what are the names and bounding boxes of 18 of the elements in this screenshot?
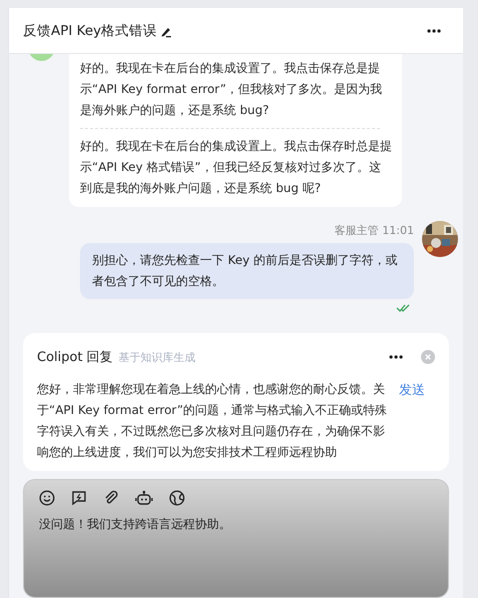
message-text: 好的。我现在卡在后台的集成设置了。我点击保存总是提示“API Key format error”，但我核对了多次。是因为我是海外账户的问题，还是系统 bug? <box>80 60 384 119</box>
emoji-icon[interactable] <box>39 490 55 506</box>
message-bubble: 别担心，请您先检查一下 Key 的前后是否误删了字符，或者包含了不可见的空格。 <box>80 243 414 299</box>
card-subtitle: 基于知识库生成 <box>118 350 196 364</box>
more-icon[interactable] <box>427 28 441 34</box>
more-icon[interactable] <box>389 354 403 360</box>
sender-name: 客服主管 <box>334 222 378 238</box>
card-title: Colipot 回复 <box>37 349 113 366</box>
send-button[interactable]: 发送 <box>399 379 425 401</box>
robot-icon[interactable] <box>135 490 153 506</box>
message-input[interactable]: 没问题！我们支持跨语言远程协助。 <box>39 516 433 533</box>
globe-icon[interactable] <box>169 490 185 506</box>
quick-reply-icon[interactable] <box>71 490 87 506</box>
attachment-icon[interactable] <box>103 490 119 506</box>
message-text: 好的。我现在卡在后台的集成设置上。我点击保存时总是提示“API Key 格式错误”，但我已经反复核对过多次了。这到底是我的海外账户问题，还是系统 bug 呢? <box>80 138 392 197</box>
message-time: 11:01 <box>382 224 414 236</box>
conversation-title: 反馈API Key格式错误 <box>23 22 158 40</box>
suggested-reply: 您好，非常理解您现在着急上线的心情，也感谢您的耐心反馈。关于“API Key format error”的问题，通常与格式输入不正确或特殊字符误入有关，不过既然您已多次核对且问题仍存在，为确保不影响您的上线进度，我们可以为您安排技术工程师远程协助 <box>37 381 388 461</box>
